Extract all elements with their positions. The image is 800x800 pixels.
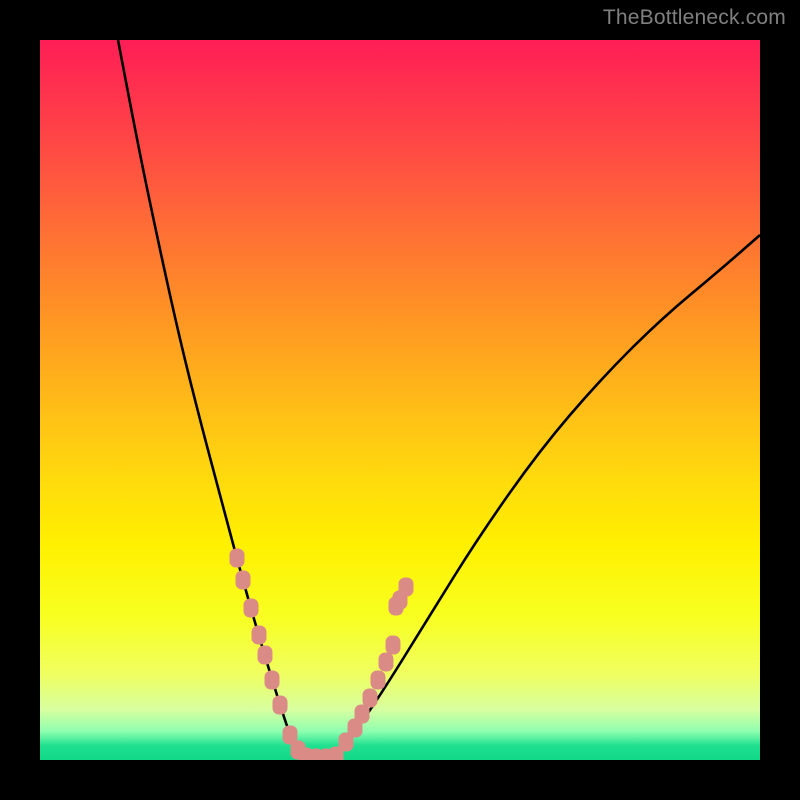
curve-left — [118, 40, 304, 758]
plot-area — [40, 40, 760, 760]
data-marker — [265, 671, 279, 689]
data-marker — [236, 571, 250, 589]
curve-layer — [40, 40, 760, 760]
data-marker — [244, 599, 258, 617]
data-marker — [273, 696, 287, 714]
data-marker — [371, 671, 385, 689]
data-marker — [258, 646, 272, 664]
curve-right — [328, 235, 760, 758]
data-marker — [363, 689, 377, 707]
data-marker — [230, 549, 244, 567]
markers-left — [230, 549, 333, 760]
data-marker — [386, 636, 400, 654]
markers-right — [329, 578, 413, 760]
data-marker — [399, 578, 413, 596]
watermark-text: TheBottleneck.com — [603, 6, 786, 30]
data-marker — [355, 705, 369, 723]
data-marker — [379, 653, 393, 671]
chart-container: TheBottleneck.com — [0, 0, 800, 800]
data-marker — [252, 626, 266, 644]
